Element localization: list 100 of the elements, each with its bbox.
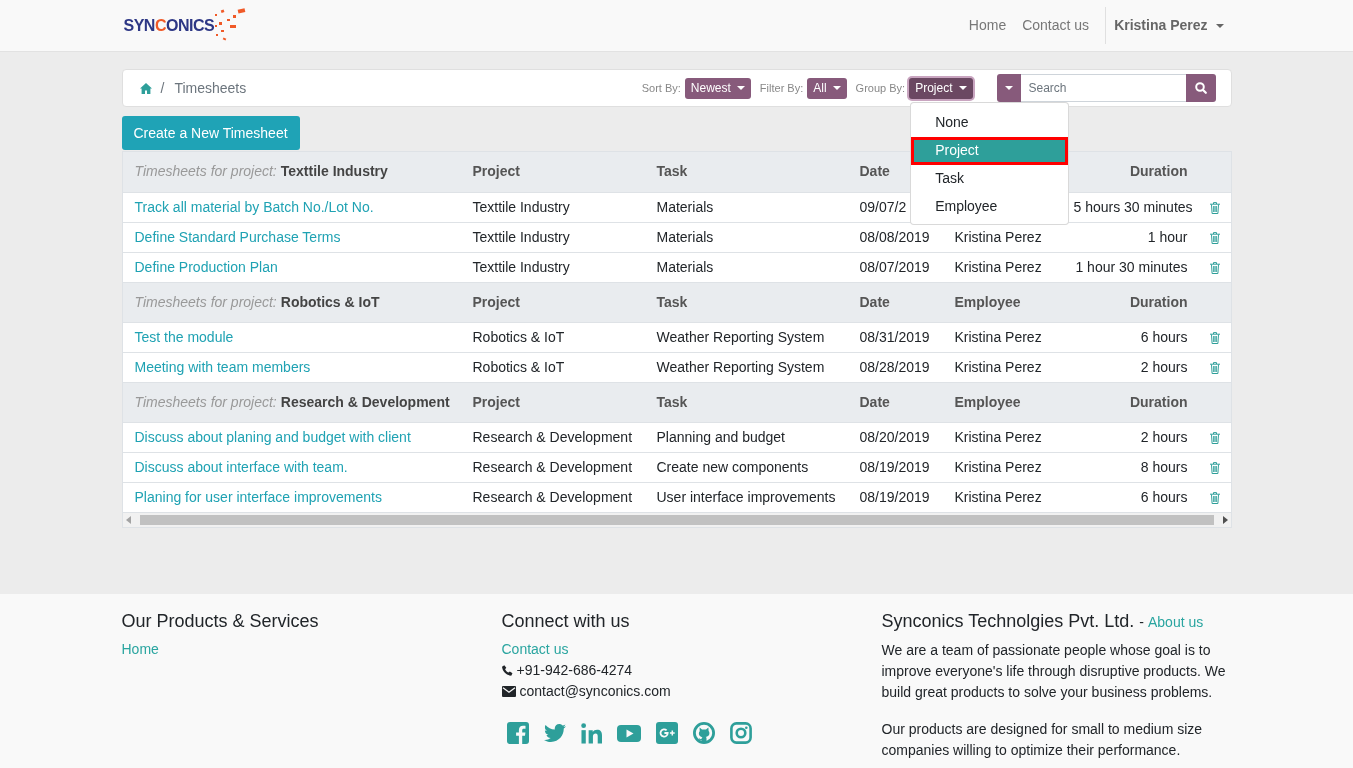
sort-by-label: Sort By: [641,80,681,96]
table-cell: Kristina Perez [942,222,1062,252]
column-header: Employee [942,382,1062,422]
table-cell: 1 hour [1061,222,1200,252]
timesheet-link[interactable]: Planing for user interface improvements [134,488,382,505]
caret-icon [1004,86,1013,90]
table-cell: Research & Development [460,452,645,482]
table-cell: 08/20/2019 [847,422,943,452]
about-us-link[interactable]: About us [1148,612,1204,633]
phone-icon [501,665,513,676]
breadcrumb-current: Timesheets [174,78,247,98]
trash-icon[interactable] [1210,431,1220,444]
table-cell: Materials [644,192,848,222]
breadcrumb-separator: / [160,78,165,98]
group-name: Research & Development [280,393,450,410]
group-label: Timesheets for project: [134,393,277,410]
group-name: Robotics & IoT [280,293,380,310]
table-cell: Research & Development [460,482,645,512]
column-header: Duration [1061,282,1200,322]
scroll-left-arrow-icon[interactable] [125,516,131,524]
instagram-icon[interactable] [729,722,752,744]
trash-icon[interactable] [1210,361,1220,374]
menu-item[interactable]: None [911,108,1069,137]
search-icon [1194,82,1207,94]
search-field[interactable]: Search [1020,74,1186,102]
logo-text[interactable]: SYNCONICS [123,17,215,34]
github-icon[interactable] [692,722,715,744]
scattered-squares-icon [215,6,247,41]
phone-number: +91-942-686-4274 [516,661,633,680]
footer-heading: Our Products & Services [121,610,320,632]
timesheet-link[interactable]: Discuss about interface with team. [134,458,348,475]
table-cell: Materials [644,222,848,252]
caret-icon [736,86,745,90]
search-options-button[interactable] [996,74,1021,102]
table-cell: Kristina Perez [942,452,1062,482]
table-cell: Planning and budget [644,422,848,452]
table-cell: Texttile Industry [460,222,645,252]
table-cell: Kristina Perez [942,352,1062,382]
email-address: contact@synconics.com [519,682,671,701]
youtube-icon[interactable] [616,724,641,742]
caret-icon [832,86,841,90]
nav-link[interactable]: Home [960,15,1015,36]
timesheet-link[interactable]: Define Standard Purchase Terms [134,228,341,245]
timesheet-link[interactable]: Discuss about planing and budget with client [134,428,411,445]
trash-icon[interactable] [1210,461,1220,474]
group-by-dropdown[interactable]: Project [909,77,973,99]
column-header: Project [460,382,645,422]
trash-icon[interactable] [1210,492,1220,505]
table-cell: Kristina Perez [942,482,1062,512]
column-header: Project [460,282,645,322]
twitter-icon[interactable] [543,724,566,742]
google-plus-icon[interactable] [655,722,678,744]
nav-link[interactable]: Contact us [1014,15,1098,36]
scroll-right-arrow-icon[interactable] [1222,516,1228,524]
caret-icon [958,86,967,90]
timesheet-link[interactable]: Test the module [134,328,234,345]
trash-icon[interactable] [1210,231,1220,244]
table-cell: Materials [644,252,848,282]
trash-icon[interactable] [1210,331,1220,344]
home-icon[interactable] [139,82,152,94]
table-cell: Texttile Industry [460,192,645,222]
caret-icon [1215,23,1224,28]
create-timesheet-button[interactable]: Create a New Timesheet [121,116,300,150]
footer-heading: Connect with us [501,610,631,632]
about-paragraph: We are a team of passionate people whose goal is to improve everyone's life through disruptive products. We build great products to solve your business problems. [881,641,1227,702]
scrollbar-thumb[interactable] [139,515,1214,525]
column-header: Date [847,282,943,322]
search-button[interactable] [1185,74,1216,102]
column-header: Duration [1061,382,1200,422]
timesheet-link[interactable]: Track all material by Batch No./Lot No. [134,198,374,215]
facebook-icon[interactable] [506,722,529,744]
footer-link[interactable]: Contact us [501,639,569,660]
linkedin-icon[interactable] [580,722,602,744]
table-cell: Kristina Perez [942,252,1062,282]
user-menu[interactable]: Kristina Perez [1114,15,1224,36]
column-header: Project [460,152,645,192]
trash-icon[interactable] [1210,201,1220,214]
horizontal-scrollbar[interactable] [122,512,1231,527]
table-cell: User interface improvements [644,482,848,512]
table-cell: Kristina Perez [942,422,1062,452]
table-cell: 08/19/2019 [847,482,943,512]
timesheet-link[interactable]: Define Production Plan [134,258,278,275]
group-name: Texttile Industry [280,163,388,180]
table-cell: 08/08/2019 [847,222,943,252]
table-cell: 8 hours [1061,452,1200,482]
table-cell: Texttile Industry [460,252,645,282]
timesheet-link[interactable]: Meeting with team members [134,358,311,375]
filter-by-label: Filter By: [759,80,804,96]
group-label: Timesheets for project: [134,293,277,310]
footer-heading: Synconics Technolgies Pvt. Ltd. [881,610,1135,632]
table-cell: 6 hours [1061,482,1200,512]
table-cell: 08/31/2019 [847,322,943,352]
group-by-label: Group By: [855,80,906,96]
trash-icon[interactable] [1210,261,1220,274]
footer-link[interactable]: Home [121,639,159,660]
table-cell: 08/07/2019 [847,252,943,282]
filter-dropdown[interactable]: All [807,77,847,99]
heading-separator: - [1139,613,1144,632]
menu-item[interactable]: Project [911,136,1069,165]
sort-dropdown[interactable]: Newest [684,77,751,99]
